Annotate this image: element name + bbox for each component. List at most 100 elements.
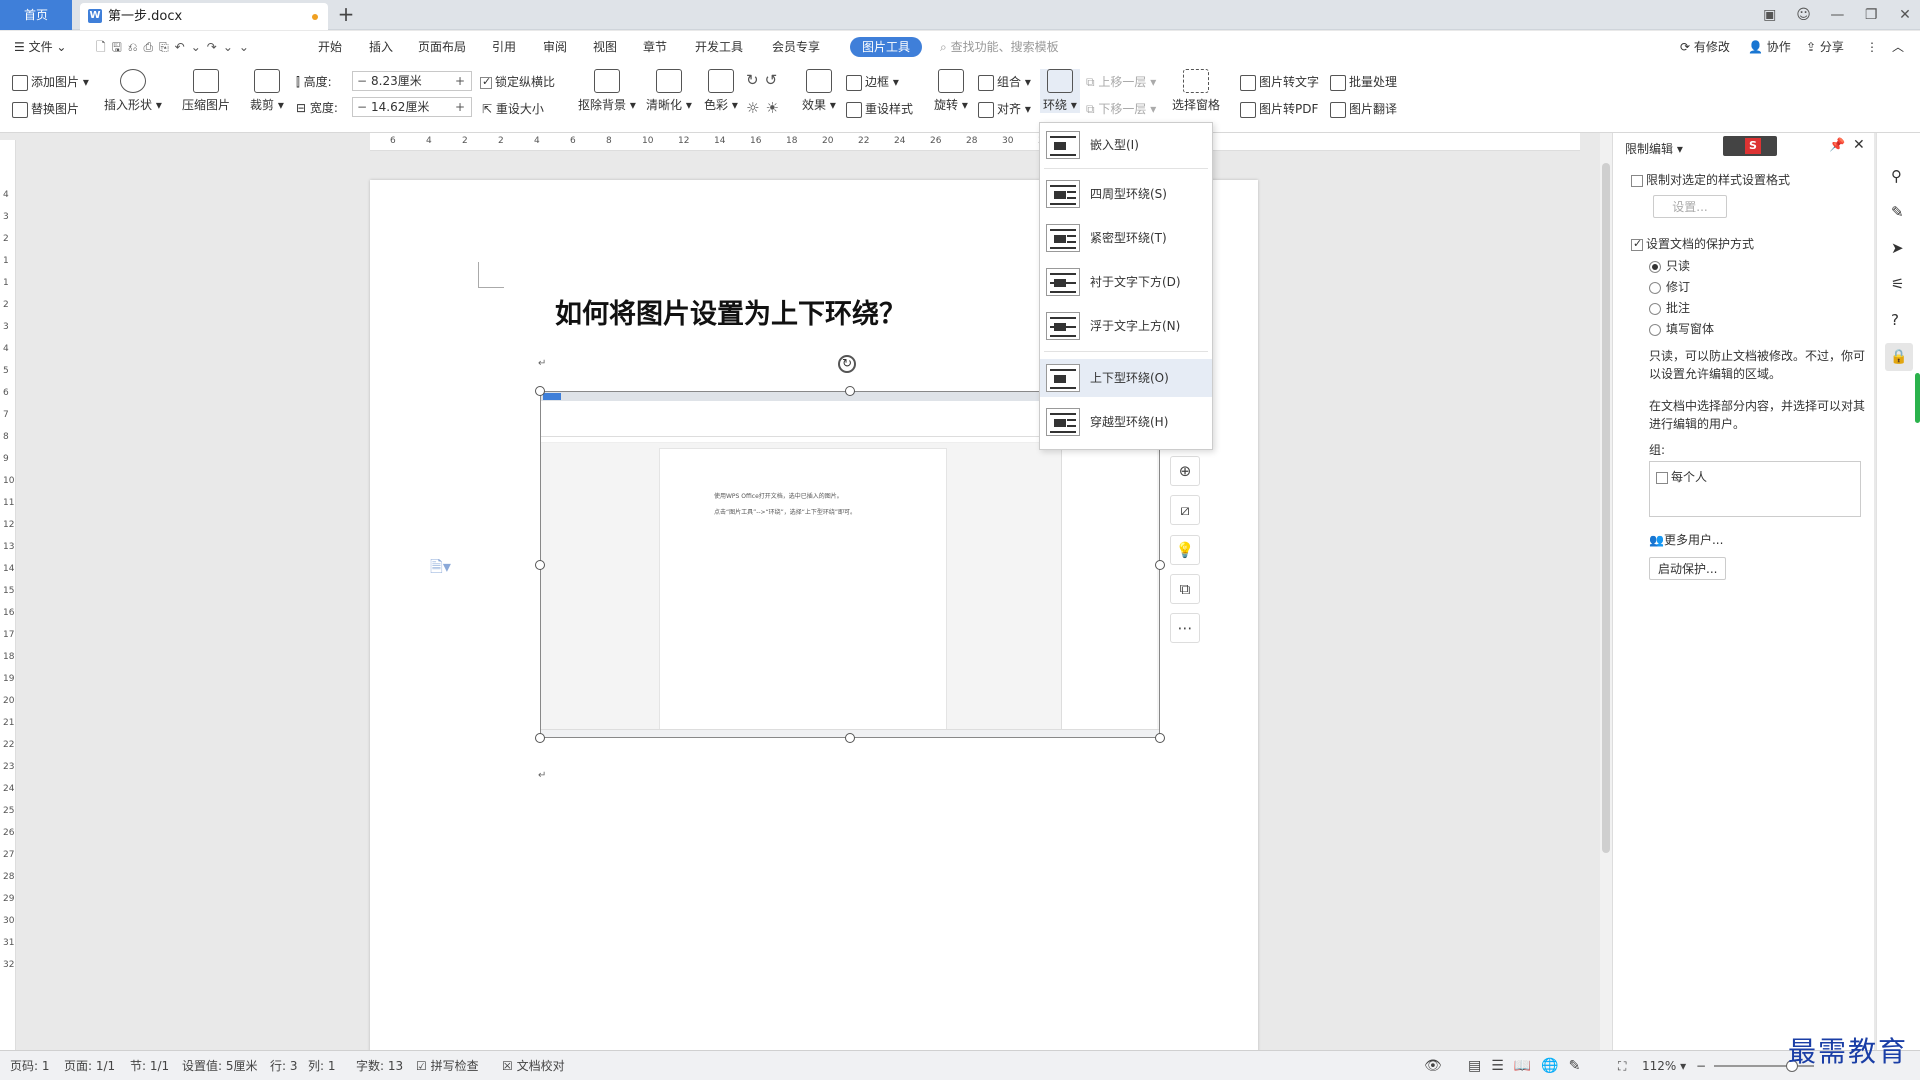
wrap-square-item[interactable]: 四周型环绕(S) [1040, 175, 1212, 213]
tab-picture-tools[interactable]: 图片工具 [850, 37, 923, 57]
zoom-out-icon[interactable]: − [1696, 1051, 1706, 1080]
view-mode-icons[interactable]: ▤☰📖🌐✎ [1468, 1051, 1590, 1080]
collaborate-button[interactable]: 👤 协作 [1748, 31, 1791, 63]
new-tab-button[interactable]: + [334, 2, 358, 26]
adjust-icons[interactable]: ↻↺ [746, 71, 783, 89]
minimize-icon[interactable]: — [1822, 0, 1852, 30]
send-backward-button[interactable]: ⧉ 下移一层 ▾ [1086, 100, 1156, 117]
insert-shape-button[interactable]: 插入形状 ▾ [104, 69, 162, 113]
rotate-handle-icon[interactable]: ↻ [838, 355, 856, 373]
vertical-ruler[interactable]: 4 3 2 1 1 2 3 4 5 6 7 8 9 10 11 12 13 14 15 16 17 18 19 20 21 22 2… [0, 140, 16, 1050]
resize-handle-tl[interactable] [535, 386, 545, 396]
close-panel-icon[interactable]: ✕ [1853, 137, 1865, 153]
more-users-link[interactable]: 👥更多用户... [1649, 531, 1723, 548]
vertical-scrollbar[interactable] [1600, 133, 1612, 1050]
replace-picture-button[interactable]: 替换图片 [12, 100, 79, 118]
start-protect-button[interactable]: 启动保护... [1649, 557, 1727, 580]
more-icon[interactable]: ⋮ [1866, 31, 1878, 63]
quick-access-toolbar[interactable]: 🗋🖫⎌⎙⎘↶⌄↷⌄⌄ [96, 31, 255, 63]
status-col[interactable]: 列: 1 [308, 1051, 336, 1080]
color-button[interactable]: 色彩 ▾ [704, 69, 738, 113]
sharpen-button[interactable]: 清晰化 ▾ [646, 69, 692, 113]
radio-comment[interactable]: 批注 [1649, 299, 1690, 316]
menu-chapter[interactable]: 章节 [643, 31, 667, 63]
pic-to-text-button[interactable]: 图片转文字 [1240, 73, 1319, 91]
close-icon[interactable]: ✕ [1890, 0, 1920, 30]
wrap-behind-item[interactable]: 衬于文字下方(D) [1040, 263, 1212, 301]
radio-revision[interactable]: 修订 [1649, 278, 1690, 295]
horizontal-ruler[interactable]: 642246810121416182022242628303234363840 [370, 133, 1580, 151]
cursor-icon[interactable]: ➤ [1891, 239, 1904, 257]
group-button[interactable]: 组合 ▾ [978, 73, 1031, 91]
group-listbox[interactable]: 每个人 [1649, 461, 1861, 517]
collapse-ribbon-icon[interactable]: ︿ [1892, 31, 1904, 63]
effects-button[interactable]: 效果 ▾ [802, 69, 836, 113]
restrict-format-checkbox[interactable]: 限制对选定的样式设置格式 [1631, 171, 1790, 188]
wrap-button[interactable]: 环绕 ▾ [1040, 69, 1080, 113]
file-menu[interactable]: ☰ 文件 ⌄ [14, 31, 66, 63]
status-pages[interactable]: 页面: 1/1 [64, 1051, 115, 1080]
eye-protect-icon[interactable]: 👁 [1424, 1051, 1442, 1080]
panel-title[interactable]: 限制编辑 ▾ [1625, 140, 1683, 157]
bring-forward-button[interactable]: ⧉ 上移一层 ▾ [1086, 73, 1156, 90]
resize-handle-ml[interactable] [535, 560, 545, 570]
lock-icon[interactable]: 🔒 [1885, 343, 1913, 371]
width-decrease[interactable]: − [353, 98, 371, 116]
search-box[interactable]: ⌕ 查找功能、搜索模板 [940, 31, 1059, 63]
brightness-icons[interactable]: ☼☀ [746, 99, 785, 117]
help-icon[interactable]: ? [1891, 311, 1899, 329]
menu-member[interactable]: 会员专享 [772, 31, 820, 63]
zoom-in-icon[interactable]: ⊕ [1170, 456, 1200, 486]
wrap-inline-item[interactable]: 嵌入型(I) [1040, 126, 1212, 164]
reset-style-button[interactable]: 重设样式 [846, 100, 913, 118]
modified-button[interactable]: ⟳ 有修改 [1680, 31, 1730, 63]
document-title[interactable]: 如何将图片设置为上下环绕？ [555, 292, 906, 331]
rotate-button[interactable]: 旋转 ▾ [934, 69, 968, 113]
menu-review[interactable]: 审阅 [543, 31, 567, 63]
copy-picture-icon[interactable]: ⧉ [1170, 574, 1200, 604]
pic-to-pdf-button[interactable]: 图片转PDF [1240, 100, 1318, 118]
zoom-level[interactable]: 112% ▾ [1642, 1051, 1686, 1080]
restore-icon[interactable]: ❐ [1856, 0, 1886, 30]
proofread-button[interactable]: ☒ 文档校对 [502, 1051, 565, 1080]
batch-button[interactable]: 批量处理 [1330, 73, 1397, 91]
more-options-icon[interactable]: ⋯ [1170, 613, 1200, 643]
resize-handle-br[interactable] [1155, 733, 1165, 743]
share-button[interactable]: ⇪ 分享 [1806, 31, 1844, 63]
spellcheck-button[interactable]: ☑ 拼写检查 [416, 1051, 479, 1080]
lock-ratio-checkbox[interactable]: 锁定纵横比 [480, 73, 555, 90]
wrap-tight-item[interactable]: 紧密型环绕(T) [1040, 219, 1212, 257]
status-row[interactable]: 行: 3 [270, 1051, 298, 1080]
menu-references[interactable]: 引用 [492, 31, 516, 63]
style-icon[interactable]: ⚲ [1891, 167, 1902, 185]
tab-document[interactable]: W 第一步.docx [80, 3, 328, 30]
menu-insert[interactable]: 插入 [369, 31, 393, 63]
status-setting[interactable]: 设置值: 5厘米 [182, 1051, 258, 1080]
doc-anchor-icon[interactable]: 🗎▾ [430, 556, 451, 583]
wrap-front-item[interactable]: 浮于文字上方(N) [1040, 307, 1212, 345]
status-word-count[interactable]: 字数: 13 [356, 1051, 403, 1080]
reset-size-button[interactable]: ⇱ 重设大小 [482, 100, 544, 117]
wrap-topbottom-item[interactable]: 上下型环绕(O) [1040, 359, 1212, 397]
avatar[interactable]: ☺ [1789, 0, 1819, 30]
layout-icon[interactable]: ▣ [1755, 0, 1785, 30]
remove-background-button[interactable]: 抠除背景 ▾ [578, 69, 636, 113]
radio-form[interactable]: 填写窗体 [1649, 320, 1714, 337]
translate-button[interactable]: 图片翻译 [1330, 100, 1397, 118]
scrollbar-thumb[interactable] [1602, 163, 1610, 853]
tab-home[interactable]: 首页 [0, 0, 72, 30]
settings-button[interactable]: 设置... [1653, 195, 1727, 218]
crop-float-icon[interactable]: ⧄ [1170, 495, 1200, 525]
bulb-icon[interactable]: 💡 [1170, 535, 1200, 565]
adjust-icon[interactable]: ⚟ [1891, 275, 1904, 293]
selection-pane-button[interactable]: 选择窗格 [1172, 69, 1220, 113]
protect-method-checkbox[interactable]: 设置文档的保护方式 [1631, 235, 1754, 252]
add-picture-button[interactable]: 添加图片 ▾ [12, 73, 89, 91]
wrap-through-item[interactable]: 穿越型环绕(H) [1040, 403, 1212, 441]
height-increase[interactable]: + [451, 72, 469, 90]
menu-developer[interactable]: 开发工具 [695, 31, 743, 63]
compress-picture-button[interactable]: 压缩图片 [182, 69, 230, 113]
align-button[interactable]: 对齐 ▾ [978, 100, 1031, 118]
menu-view[interactable]: 视图 [593, 31, 617, 63]
status-page-number[interactable]: 页码: 1 [10, 1051, 50, 1080]
